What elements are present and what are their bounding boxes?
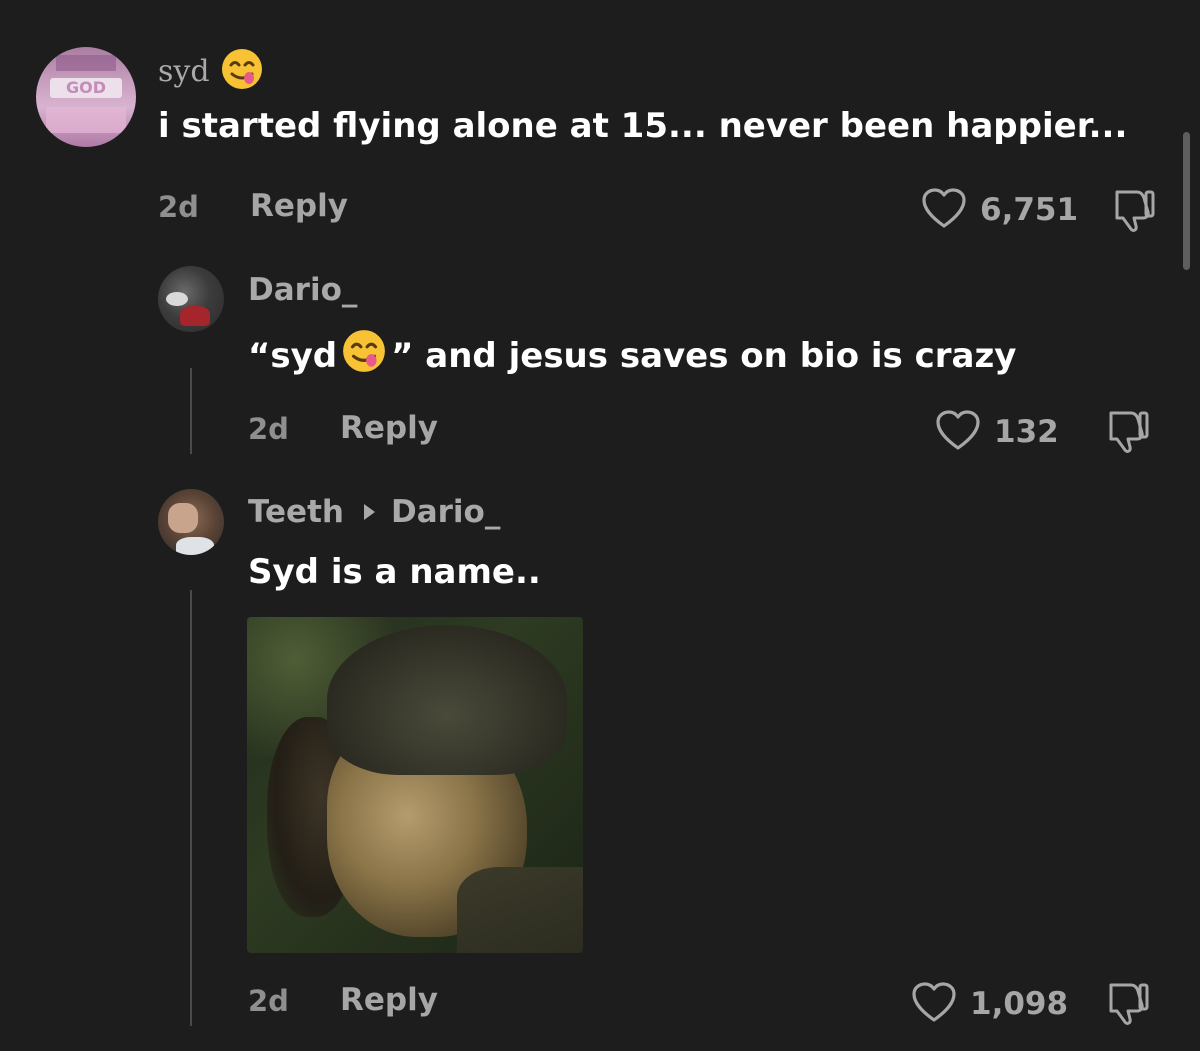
comment-time: 2d (158, 190, 199, 224)
like-count: 132 (994, 414, 1059, 450)
avatar-syd[interactable]: GOD (36, 47, 136, 147)
reply-button[interactable]: Reply (340, 410, 438, 446)
avatar-text: GOD (50, 78, 122, 98)
comment-text-part: “syd (248, 335, 338, 376)
thread-line (190, 368, 192, 454)
image-detail (457, 867, 583, 953)
avatar-teeth[interactable] (158, 489, 224, 555)
thumbs-down-icon[interactable] (1107, 186, 1157, 238)
avatar-decoration (46, 107, 126, 133)
heart-outline-icon (920, 186, 968, 234)
avatar-decoration (176, 537, 214, 555)
comment-text: i started flying alone at 15... never be… (158, 106, 1128, 146)
avatar-decoration (166, 292, 188, 306)
comment-header: Teeth Dario_ (248, 494, 500, 530)
avatar-decoration (180, 306, 210, 326)
reply-button[interactable]: Reply (340, 982, 438, 1018)
image-detail (327, 625, 567, 775)
like-count: 6,751 (980, 192, 1079, 228)
scrollbar[interactable] (1183, 132, 1190, 270)
avatar-decoration (168, 503, 198, 533)
comment-time: 2d (248, 412, 289, 446)
smiling-face-with-tongue-emoji (341, 328, 387, 383)
avatar-dario[interactable] (158, 266, 224, 332)
comment-text: “syd ” and jesus saves on bio is crazy (248, 328, 1016, 383)
smiling-face-with-tongue-emoji (220, 47, 264, 95)
heart-outline-icon (934, 408, 982, 456)
comment-header: syd (158, 47, 264, 95)
thumbs-down-icon[interactable] (1101, 979, 1151, 1031)
reply-arrow-icon (363, 504, 375, 520)
thumbs-down-icon[interactable] (1101, 407, 1151, 459)
heart-outline-icon (910, 980, 958, 1028)
reply-button[interactable]: Reply (250, 188, 348, 224)
comment-text-part: ” and jesus saves on bio is crazy (391, 335, 1017, 376)
username[interactable]: syd (158, 54, 210, 89)
username[interactable]: Dario_ (248, 272, 357, 308)
reply-to-username[interactable]: Dario_ (391, 494, 500, 530)
like-button[interactable]: 132 (934, 408, 1059, 456)
like-button[interactable]: 1,098 (910, 980, 1068, 1028)
comment-text: Syd is a name.. (248, 552, 541, 592)
thread-line (190, 590, 192, 1026)
like-button[interactable]: 6,751 (920, 186, 1078, 234)
like-count: 1,098 (970, 986, 1069, 1022)
avatar-decoration (56, 55, 116, 71)
attached-image[interactable] (247, 617, 583, 953)
username[interactable]: Teeth (248, 494, 344, 530)
comment-time: 2d (248, 984, 289, 1018)
